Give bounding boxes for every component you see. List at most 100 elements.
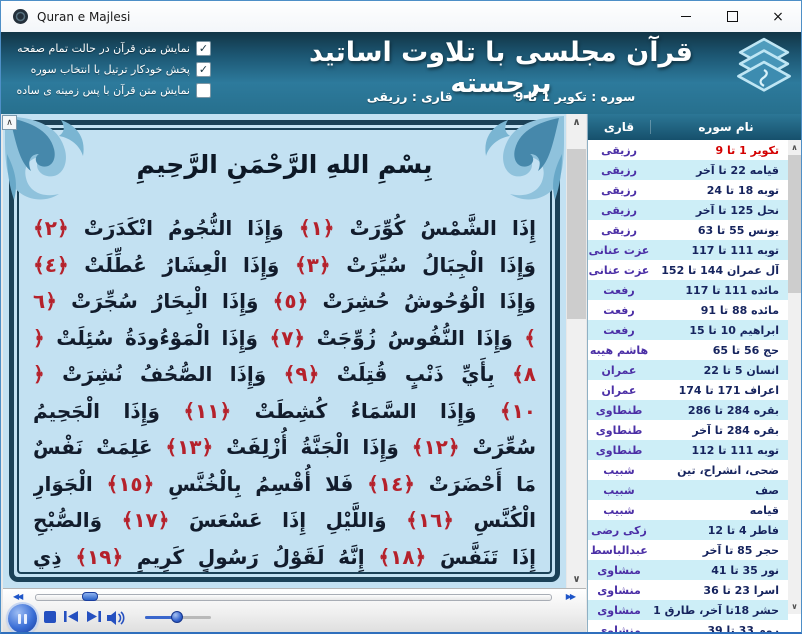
pause-button[interactable]: [8, 604, 37, 633]
title-bar: Quran e Majlesi ×: [1, 1, 801, 32]
quran-scrollbar[interactable]: ∧ ∨: [567, 114, 586, 588]
playlist-row[interactable]: طنطاویبقره 284 تا 286: [588, 400, 788, 420]
surah-cell: ضحی، انشراح، تین: [650, 464, 788, 477]
previous-track-button[interactable]: [63, 610, 80, 623]
surah-cell: توبه 111 تا 112: [650, 444, 788, 457]
next-track-button[interactable]: [85, 610, 102, 623]
scroll-up-icon[interactable]: ∧: [788, 140, 801, 155]
playlist-row[interactable]: عزت عنانیآل عمران 144 تا 152: [588, 260, 788, 280]
maximize-button[interactable]: [709, 1, 755, 32]
playlist-row[interactable]: زکی رضیفاطر 4 تا 12: [588, 520, 788, 540]
close-icon: ×: [772, 9, 784, 25]
playlist-row[interactable]: رفعتمائده 111 تا 117: [588, 280, 788, 300]
playlist-sidebar: قاری نام سوره رزیقیتکویر 1 تا 9 رزیقیقیا…: [587, 114, 801, 632]
playlist-row[interactable]: رفعتابراهیم 10 تا 15: [588, 320, 788, 340]
quran-page: بِسْمِ اللهِ الرَّحْمَنِ الرَّحِيمِ إِذَ…: [3, 114, 566, 588]
checkbox-fullscreen-text[interactable]: نمایش متن قرآن در حالت تمام صفحه ✓: [9, 41, 211, 56]
surah-cell: اسرا 23 تا 36: [650, 584, 788, 597]
playlist-row[interactable]: عمراناعراف 171 تا 174: [588, 380, 788, 400]
checkbox-plain-background[interactable]: نمایش متن قرآن با پس زمینه ی ساده: [9, 83, 211, 98]
scroll-down-icon[interactable]: ∨: [788, 599, 801, 614]
content-area: ∧ بِسْمِ اللهِ الرَّحْم: [1, 114, 801, 632]
playlist-row[interactable]: عبدالباسطحجر 85 تا آخر: [588, 540, 788, 560]
qari-cell: عزت عنانی: [588, 264, 650, 277]
qari-cell: رفعت: [588, 324, 650, 337]
fast-forward-icon[interactable]: ▶▶: [566, 592, 574, 601]
playlist-row[interactable]: منشاوینور 35 تا 41: [588, 560, 788, 580]
playlist-row[interactable]: رزیقییونس 55 تا 63: [588, 220, 788, 240]
stop-button[interactable]: [43, 610, 57, 624]
seek-thumb[interactable]: [82, 592, 98, 601]
playlist-row[interactable]: شبیبصف: [588, 480, 788, 500]
surah-cell: توبه 18 تا 24: [650, 184, 788, 197]
volume-mute-button[interactable]: [107, 610, 126, 626]
bismillah: بِسْمِ اللهِ الرَّحْمَنِ الرَّحِيمِ: [33, 148, 536, 182]
verses: إِذَا الشَّمْسُ كُوِّرَتْ ﴿١﴾ وَإِذَا ال…: [33, 210, 536, 572]
playlist-row[interactable]: رزیقیقیامه 22 تا آخر: [588, 160, 788, 180]
surah-cell: انسان 5 تا 22: [650, 364, 788, 377]
playlist-row[interactable]: رزیقیتوبه 18 تا 24: [588, 180, 788, 200]
checkbox-label: پخش خودکار ترتیل با انتخاب سوره: [31, 63, 190, 76]
surah-cell: نحل 125 تا آخر: [650, 204, 788, 217]
playlist-row[interactable]: هاشم هیبهحج 56 تا 65: [588, 340, 788, 360]
scrollbar-track[interactable]: [788, 293, 801, 599]
surah-cell: حشر 18تا آخر، طارق 1 تا10: [650, 604, 788, 617]
scrollbar-thumb[interactable]: [788, 155, 801, 293]
volume-thumb[interactable]: [171, 611, 183, 623]
pause-icon: [24, 614, 27, 624]
player-controls: [3, 603, 586, 634]
playlist-scrollbar[interactable]: ∧ ∨: [788, 140, 801, 614]
playlist-row[interactable]: منشاویحشر 18تا آخر، طارق 1 تا10: [588, 600, 788, 620]
collapse-header-button[interactable]: ∧: [2, 115, 17, 130]
quran-line: وَإِذَا الْجِبَالُ سُيِّرَتْ ﴿٣﴾ وَإِذَا…: [33, 247, 536, 284]
qari-cell: طنطاوی: [588, 424, 650, 437]
volume-slider[interactable]: [145, 616, 211, 619]
pause-icon: [18, 614, 21, 624]
rewind-icon[interactable]: ◀◀: [13, 592, 21, 601]
window-title: Quran e Majlesi: [37, 10, 130, 24]
playlist-row[interactable]: شبیبقیامه: [588, 500, 788, 520]
close-button[interactable]: ×: [755, 1, 801, 32]
playlist-row[interactable]: طنطاویتوبه 111 تا 112: [588, 440, 788, 460]
quran-line: مَا أَحْضَرَتْ ﴿١٤﴾ فَلا أُقْسِمُ بِالْخ…: [33, 466, 536, 503]
checkbox-autoplay[interactable]: پخش خودکار ترتیل با انتخاب سوره ✓: [9, 62, 211, 77]
now-playing-info: قاری : رزیقی سوره : تکویر 1 تا 9: [256, 89, 746, 104]
surah-cell: ابراهیم 10 تا 15: [650, 324, 788, 337]
surah-cell: روم 33 تا 39: [650, 624, 788, 633]
playlist-row[interactable]: رفعتمائده 88 تا 91: [588, 300, 788, 320]
column-header-qari[interactable]: قاری: [588, 120, 651, 134]
surah-cell: بقره 284 تا آخر: [650, 424, 788, 437]
current-qari-label: قاری : رزیقی: [367, 89, 453, 104]
playlist-row[interactable]: شبیبضحی، انشراح، تین: [588, 460, 788, 480]
playlist-row[interactable]: منشاویروم 33 تا 39: [588, 620, 788, 632]
checkbox-label: نمایش متن قرآن در حالت تمام صفحه: [17, 42, 190, 55]
previous-icon: [63, 610, 80, 623]
surah-cell: بقره 284 تا 286: [650, 404, 788, 417]
quran-line: سُعِّرَتْ ﴿١٢﴾ وَإِذَا الْجَنَّةُ أُزْلِ…: [33, 429, 536, 466]
playlist-row[interactable]: منشاویاسرا 23 تا 36: [588, 580, 788, 600]
scrollbar-thumb[interactable]: [567, 149, 586, 319]
surah-cell: حج 56 تا 65: [650, 344, 788, 357]
app-window: Quran e Majlesi × نمایش متن قرآن در حالت…: [0, 0, 802, 634]
column-header-surah[interactable]: نام سوره: [651, 120, 801, 134]
surah-cell: قیامه: [650, 504, 788, 517]
quran-line: إِذَا الشَّمْسُ كُوِّرَتْ ﴿١﴾ وَإِذَا ال…: [33, 210, 536, 247]
quran-line: وَإِذَا الْوُحُوشُ حُشِرَتْ ﴿٥﴾ وَإِذَا …: [33, 283, 536, 320]
playlist-row[interactable]: رزیقینحل 125 تا آخر: [588, 200, 788, 220]
playlist-row[interactable]: عمرانانسان 5 تا 22: [588, 360, 788, 380]
qari-cell: رزیقی: [588, 224, 650, 237]
playlist-row[interactable]: رزیقیتکویر 1 تا 9: [588, 140, 788, 160]
seek-slider[interactable]: [35, 594, 552, 601]
playlist-row[interactable]: عزت عنانیتوبه 111 تا 117: [588, 240, 788, 260]
scroll-up-icon[interactable]: ∧: [567, 114, 586, 131]
minimize-button[interactable]: [663, 1, 709, 32]
playlist-row[interactable]: طنطاویبقره 284 تا آخر: [588, 420, 788, 440]
surah-cell: توبه 111 تا 117: [650, 244, 788, 257]
qari-cell: رفعت: [588, 284, 650, 297]
quran-line: ٨﴾ بِأَيِّ ذَنْبٍ قُتِلَتْ ﴿٩﴾ وَإِذَا ا…: [33, 356, 536, 393]
checkbox-icon: [196, 83, 211, 98]
scroll-down-icon[interactable]: ∨: [567, 571, 586, 588]
quran-line: ﴾ وَإِذَا النُّفُوسُ زُوِّجَتْ ﴿٧﴾ وَإِذ…: [33, 320, 536, 357]
qari-cell: شبیب: [588, 464, 650, 477]
surah-cell: یونس 55 تا 63: [650, 224, 788, 237]
